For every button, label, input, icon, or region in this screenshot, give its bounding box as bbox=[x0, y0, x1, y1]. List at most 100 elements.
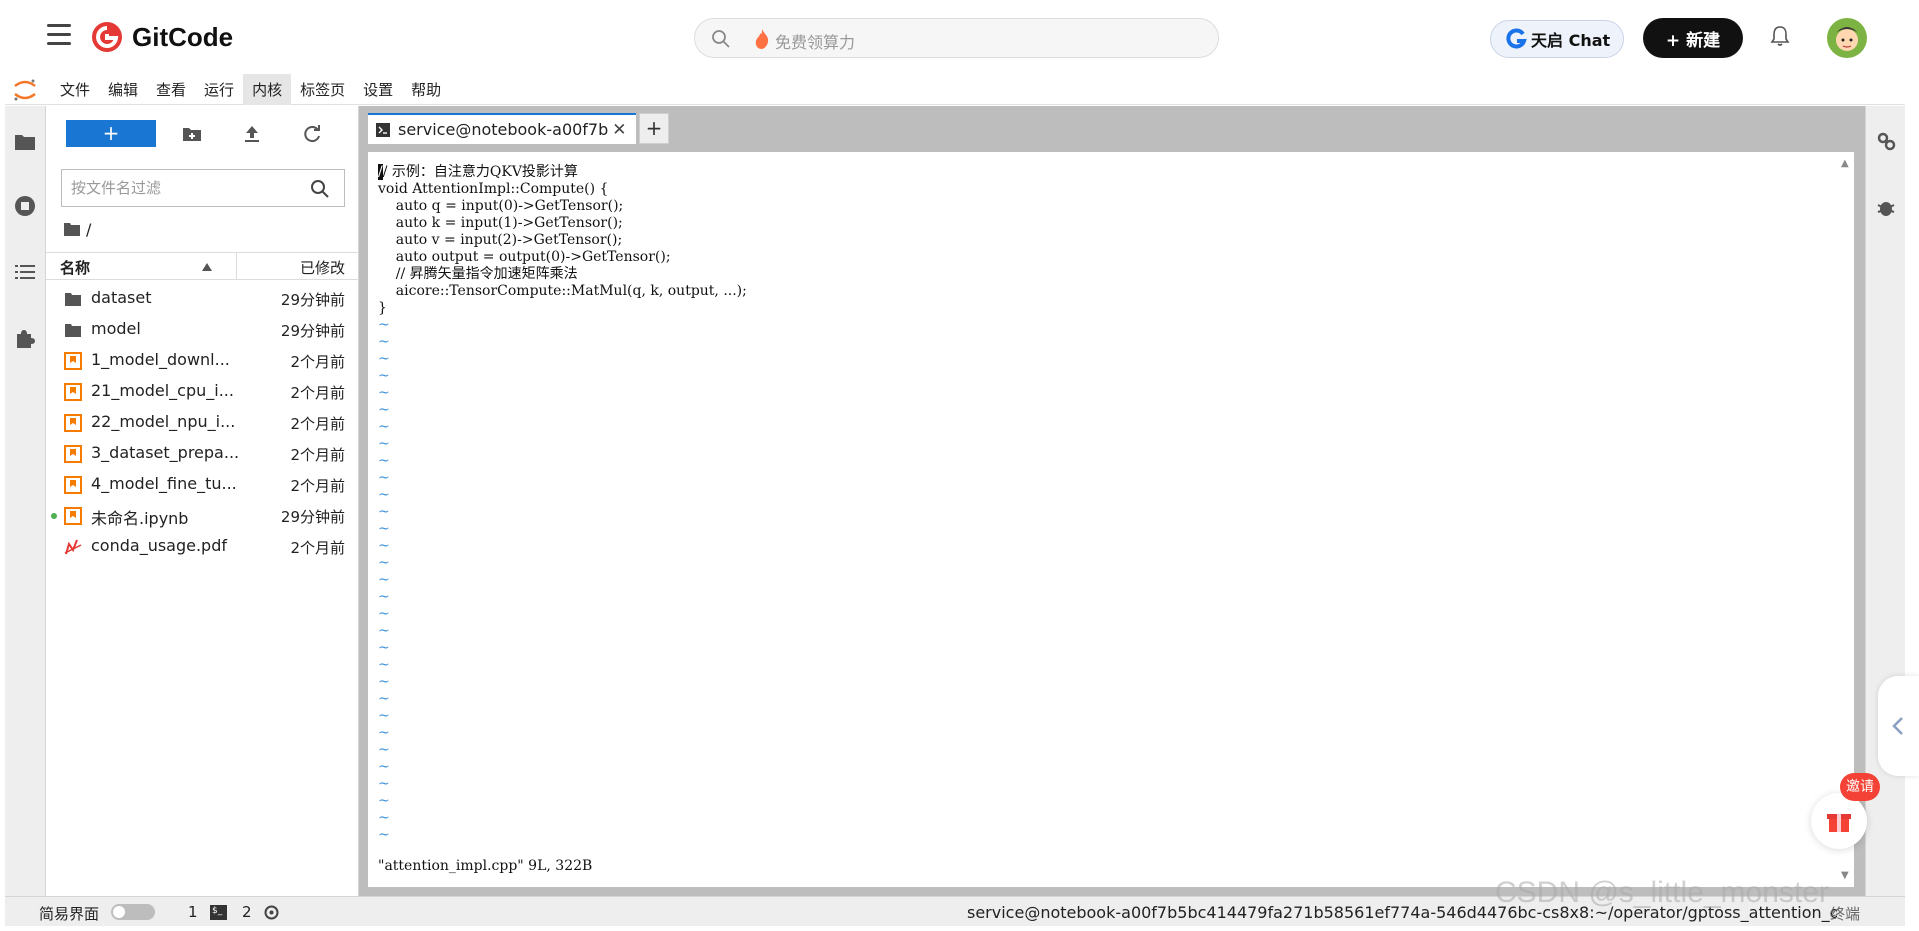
file-browser-panel: + / 名称 已修改 dataset 29分钟前 model 29分钟前 1_m… bbox=[46, 106, 359, 896]
file-name: conda_usage.pdf bbox=[91, 536, 227, 555]
terminal-view[interactable]: // 示例：自注意力QKV投影计算 void AttentionImpl::Co… bbox=[368, 152, 1854, 887]
folder-icon bbox=[65, 324, 81, 337]
file-modified: 2个月前 bbox=[290, 415, 345, 433]
refresh-icon[interactable] bbox=[300, 122, 324, 146]
file-row-notebook-running[interactable]: 未命名.ipynb 29分钟前 bbox=[46, 500, 359, 531]
column-name-header[interactable]: 名称 bbox=[60, 257, 90, 278]
file-modified: 29分钟前 bbox=[280, 322, 345, 340]
file-row-model[interactable]: model 29分钟前 bbox=[46, 314, 359, 345]
vim-tilde-line: ~ bbox=[378, 674, 390, 690]
extensions-puzzle-icon[interactable] bbox=[13, 326, 37, 350]
file-row-pdf[interactable]: conda_usage.pdf 2个月前 bbox=[46, 531, 359, 562]
simple-mode-toggle[interactable] bbox=[111, 904, 155, 920]
column-divider[interactable] bbox=[236, 253, 237, 280]
terminal-icon[interactable]: $_ bbox=[210, 905, 227, 920]
vim-tilde-line: ~ bbox=[378, 589, 390, 605]
hamburger-menu-icon[interactable] bbox=[47, 24, 71, 48]
chat-label: 天启 Chat bbox=[1531, 31, 1611, 50]
column-modified-header[interactable]: 已修改 bbox=[300, 257, 345, 278]
sort-ascending-icon[interactable] bbox=[202, 263, 212, 271]
property-inspector-gears-icon[interactable] bbox=[1875, 130, 1897, 152]
code-line: auto q = input(0)->GetTensor(); bbox=[378, 198, 624, 214]
menu-file[interactable]: 文件 bbox=[51, 74, 99, 105]
new-folder-icon[interactable] bbox=[180, 122, 204, 146]
file-filter-input[interactable] bbox=[71, 179, 301, 197]
menu-run[interactable]: 运行 bbox=[195, 74, 243, 105]
debugger-bug-icon[interactable] bbox=[1875, 196, 1897, 218]
vim-tilde-line: ~ bbox=[378, 776, 390, 792]
gift-button[interactable] bbox=[1811, 793, 1867, 849]
new-launcher-button[interactable]: + bbox=[66, 120, 156, 147]
new-button[interactable]: + 新建 bbox=[1643, 18, 1743, 58]
search-icon bbox=[712, 30, 730, 48]
scroll-down-arrow-icon[interactable]: ▼ bbox=[1841, 870, 1849, 881]
menu-tabs[interactable]: 标签页 bbox=[291, 74, 354, 105]
running-sessions-icon[interactable] bbox=[13, 194, 37, 218]
file-name: 1_model_downl... bbox=[91, 350, 230, 369]
search-placeholder: 免费领算力 bbox=[775, 33, 856, 52]
code-line: / 示例：自注意力QKV投影计算 bbox=[382, 164, 578, 180]
jupyter-logo-icon bbox=[14, 79, 36, 100]
menu-settings[interactable]: 设置 bbox=[354, 74, 402, 105]
vim-tilde-line: ~ bbox=[378, 402, 390, 418]
avatar-image bbox=[1827, 18, 1867, 58]
table-of-contents-icon[interactable] bbox=[13, 260, 37, 284]
vim-tilde-line: ~ bbox=[378, 385, 390, 401]
file-filter-field[interactable] bbox=[61, 169, 345, 207]
brand-name: GitCode bbox=[132, 21, 234, 52]
gitcode-logo-icon bbox=[92, 22, 122, 52]
status-bar: 简易界面 1 $_ 2 service@notebook-a00f7b5bc41… bbox=[5, 896, 1905, 926]
code-line: } bbox=[378, 300, 387, 316]
search-icon bbox=[311, 180, 329, 198]
vim-tilde-line: ~ bbox=[378, 351, 390, 367]
pdf-icon bbox=[64, 539, 82, 555]
vim-tilde-line: ~ bbox=[378, 521, 390, 537]
file-name: 未命名.ipynb bbox=[91, 509, 189, 528]
vim-tilde-line: ~ bbox=[378, 742, 390, 758]
vim-tilde-line: ~ bbox=[378, 691, 390, 707]
vim-tilde-line: ~ bbox=[378, 827, 390, 843]
file-list-header: 名称 已修改 bbox=[46, 252, 359, 280]
search-box[interactable]: 免费领算力 bbox=[694, 18, 1219, 58]
add-tab-button[interactable]: + bbox=[639, 113, 669, 144]
user-avatar[interactable] bbox=[1827, 18, 1867, 58]
kernel-count[interactable]: 1 bbox=[188, 903, 198, 921]
tab-terminal[interactable]: service@notebook-a00f7b ✕ bbox=[368, 113, 636, 144]
upload-icon[interactable] bbox=[240, 122, 264, 146]
file-modified: 2个月前 bbox=[290, 477, 345, 495]
vim-tilde-line: ~ bbox=[378, 657, 390, 673]
notebook-icon bbox=[64, 476, 82, 494]
g-logo-icon bbox=[1506, 28, 1527, 49]
tab-bar: service@notebook-a00f7b ✕ + bbox=[359, 106, 1865, 146]
menu-view[interactable]: 查看 bbox=[147, 74, 195, 105]
vim-tilde-line: ~ bbox=[378, 538, 390, 554]
file-modified: 29分钟前 bbox=[280, 508, 345, 526]
notebook-icon bbox=[64, 414, 82, 432]
menu-kernel[interactable]: 内核 bbox=[243, 74, 292, 105]
vim-tilde-line: ~ bbox=[378, 810, 390, 826]
menu-help[interactable]: 帮助 bbox=[402, 74, 450, 105]
kernel-status-gear-icon[interactable] bbox=[263, 904, 280, 921]
bell-icon[interactable] bbox=[1769, 24, 1791, 48]
file-row-notebook[interactable]: 3_dataset_prepa... 2个月前 bbox=[46, 438, 359, 469]
terminal-count[interactable]: 2 bbox=[242, 903, 252, 921]
breadcrumb[interactable]: / bbox=[64, 218, 91, 240]
collapse-panel-button[interactable] bbox=[1878, 676, 1919, 776]
file-row-notebook[interactable]: 4_model_fine_tu... 2个月前 bbox=[46, 469, 359, 500]
invite-badge[interactable]: 邀请 bbox=[1840, 773, 1880, 801]
code-line: void AttentionImpl::Compute() { bbox=[378, 181, 609, 197]
file-row-notebook[interactable]: 21_model_cpu_i... 2个月前 bbox=[46, 376, 359, 407]
gitcode-logo[interactable]: GitCode bbox=[90, 18, 233, 56]
folder-icon bbox=[64, 223, 80, 236]
menu-edit[interactable]: 编辑 bbox=[99, 74, 147, 105]
scroll-up-arrow-icon[interactable]: ▲ bbox=[1841, 158, 1849, 169]
breadcrumb-root[interactable]: / bbox=[86, 220, 91, 239]
file-row-notebook[interactable]: 22_model_npu_i... 2个月前 bbox=[46, 407, 359, 438]
tianqi-chat-button[interactable]: 天启 Chat bbox=[1490, 20, 1624, 58]
close-icon[interactable]: ✕ bbox=[612, 120, 626, 140]
file-row-dataset[interactable]: dataset 29分钟前 bbox=[46, 283, 359, 314]
file-row-notebook[interactable]: 1_model_downl... 2个月前 bbox=[46, 345, 359, 376]
vim-tilde-line: ~ bbox=[378, 555, 390, 571]
simple-mode-label: 简易界面 bbox=[39, 905, 100, 923]
folder-icon[interactable] bbox=[13, 130, 37, 154]
